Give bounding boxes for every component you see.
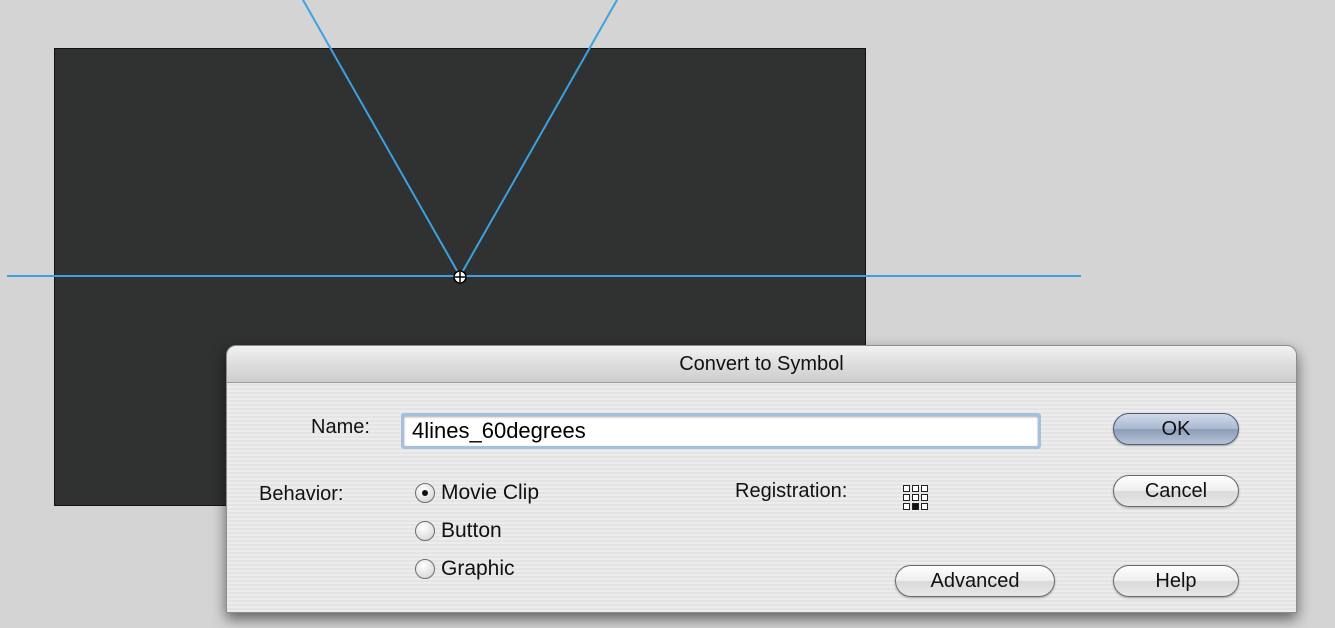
reg-cell-bottom-right[interactable] [921,503,928,510]
reg-cell-middle-center[interactable] [912,494,919,501]
reg-cell-bottom-center[interactable] [912,503,919,510]
reg-cell-middle-left[interactable] [903,494,910,501]
left-diagonal-line [302,0,461,277]
name-input[interactable] [401,413,1041,449]
registration-point-icon [453,270,467,284]
help-button[interactable]: Help [1113,565,1239,597]
reg-cell-bottom-left[interactable] [903,503,910,510]
convert-to-symbol-dialog: Convert to Symbol Name: Behavior: Movie … [226,345,1297,613]
radio-label-button: Button [441,519,502,542]
registration-grid-icon[interactable] [903,485,928,510]
radio-label-graphic: Graphic [441,557,515,580]
registration-label: Registration: [735,480,848,502]
cancel-button[interactable]: Cancel [1113,475,1239,507]
radio-graphic[interactable]: Graphic [415,557,515,581]
dialog-title: Convert to Symbol [679,352,844,375]
dialog-titlebar[interactable]: Convert to Symbol [227,346,1296,383]
reg-cell-middle-right[interactable] [921,494,928,501]
radio-unchecked-icon[interactable] [415,521,435,541]
name-label: Name: [311,416,370,438]
radio-label-movie-clip: Movie Clip [441,481,540,504]
radio-checked-icon[interactable] [415,483,435,503]
advanced-button[interactable]: Advanced [895,565,1055,597]
radio-unchecked-icon[interactable] [415,559,435,579]
ok-button[interactable]: OK [1113,413,1239,445]
reg-cell-top-center[interactable] [912,485,919,492]
reg-cell-top-left[interactable] [903,485,910,492]
reg-cell-top-right[interactable] [921,485,928,492]
radio-button[interactable]: Button [415,519,502,543]
radio-movie-clip[interactable]: Movie Clip [415,481,539,505]
behavior-label: Behavior: [259,483,344,505]
right-diagonal-line [459,0,618,277]
